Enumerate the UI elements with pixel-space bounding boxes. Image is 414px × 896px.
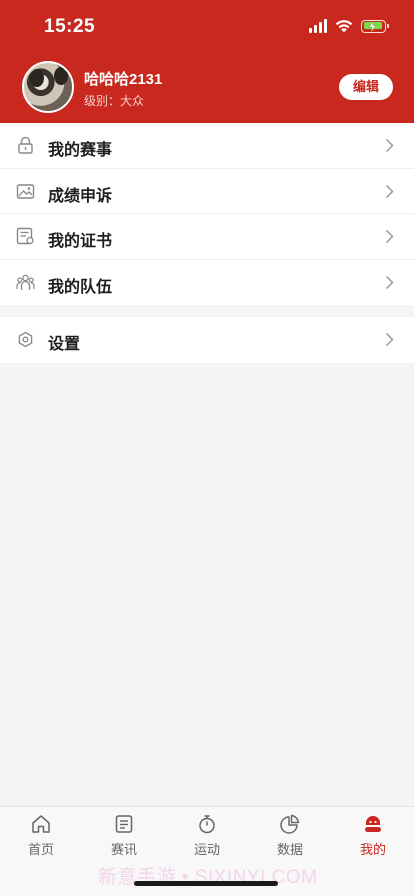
menu-item-my-events[interactable]: 我的赛事: [0, 123, 414, 169]
lock-icon: [18, 136, 33, 154]
team-icon: [16, 274, 35, 290]
pie-chart-icon: [280, 814, 300, 834]
edit-profile-button[interactable]: 编辑: [339, 74, 393, 100]
profile-header: 15:25 哈哈哈2131 级别：大众 编辑: [0, 0, 414, 123]
tab-label: 数据: [276, 842, 303, 857]
chevron-right-icon: [385, 138, 394, 153]
profile-icon: [365, 816, 381, 832]
user-level: 级别：大众: [84, 94, 145, 108]
chevron-right-icon: [385, 275, 394, 289]
battery-icon: [361, 19, 389, 33]
tab-sports[interactable]: 运动: [166, 813, 248, 858]
tab-label: 运动: [193, 842, 220, 857]
stopwatch-icon: [199, 815, 215, 834]
tab-data[interactable]: 数据: [249, 813, 331, 858]
menu-item-my-team[interactable]: 我的队伍: [0, 260, 414, 306]
chevron-right-icon: [385, 184, 394, 198]
gear-icon: [18, 331, 33, 348]
menu-item-label: 成绩申诉: [48, 187, 113, 205]
wifi-icon: [335, 20, 353, 33]
chevron-right-icon: [385, 229, 394, 244]
menu-item-score-appeal[interactable]: 成绩申诉: [0, 169, 414, 214]
tab-home[interactable]: 首页: [0, 813, 82, 858]
news-icon: [115, 815, 133, 833]
avatar[interactable]: [22, 61, 74, 113]
menu-group-settings: 设置: [0, 317, 414, 363]
image-icon: [16, 183, 35, 199]
cellular-signal-icon: [309, 19, 327, 33]
status-icons: [309, 19, 389, 33]
menu-item-settings[interactable]: 设置: [0, 317, 414, 363]
menu-item-label: 我的证书: [48, 233, 113, 250]
status-time: 15:25: [44, 16, 96, 37]
menu-item-label: 我的赛事: [48, 142, 113, 159]
user-name: 哈哈哈2131: [84, 71, 163, 88]
menu-item-my-certificates[interactable]: 我的证书: [0, 214, 414, 260]
status-bar: 15:25: [0, 0, 414, 54]
chevron-right-icon: [385, 332, 394, 347]
tab-news[interactable]: 赛讯: [83, 813, 165, 858]
menu-group-main: 我的赛事 成绩申诉 我的证书 我的队伍: [0, 123, 414, 305]
tab-label: 我的: [359, 842, 386, 857]
tab-label: 赛讯: [110, 842, 137, 857]
home-icon: [32, 815, 50, 833]
certificate-icon: [16, 227, 34, 245]
home-indicator: [134, 881, 278, 886]
tab-mine[interactable]: 我的: [332, 813, 414, 858]
tab-label: 首页: [27, 842, 54, 857]
menu-item-label: 我的队伍: [48, 278, 113, 296]
menu-item-label: 设置: [48, 336, 81, 353]
